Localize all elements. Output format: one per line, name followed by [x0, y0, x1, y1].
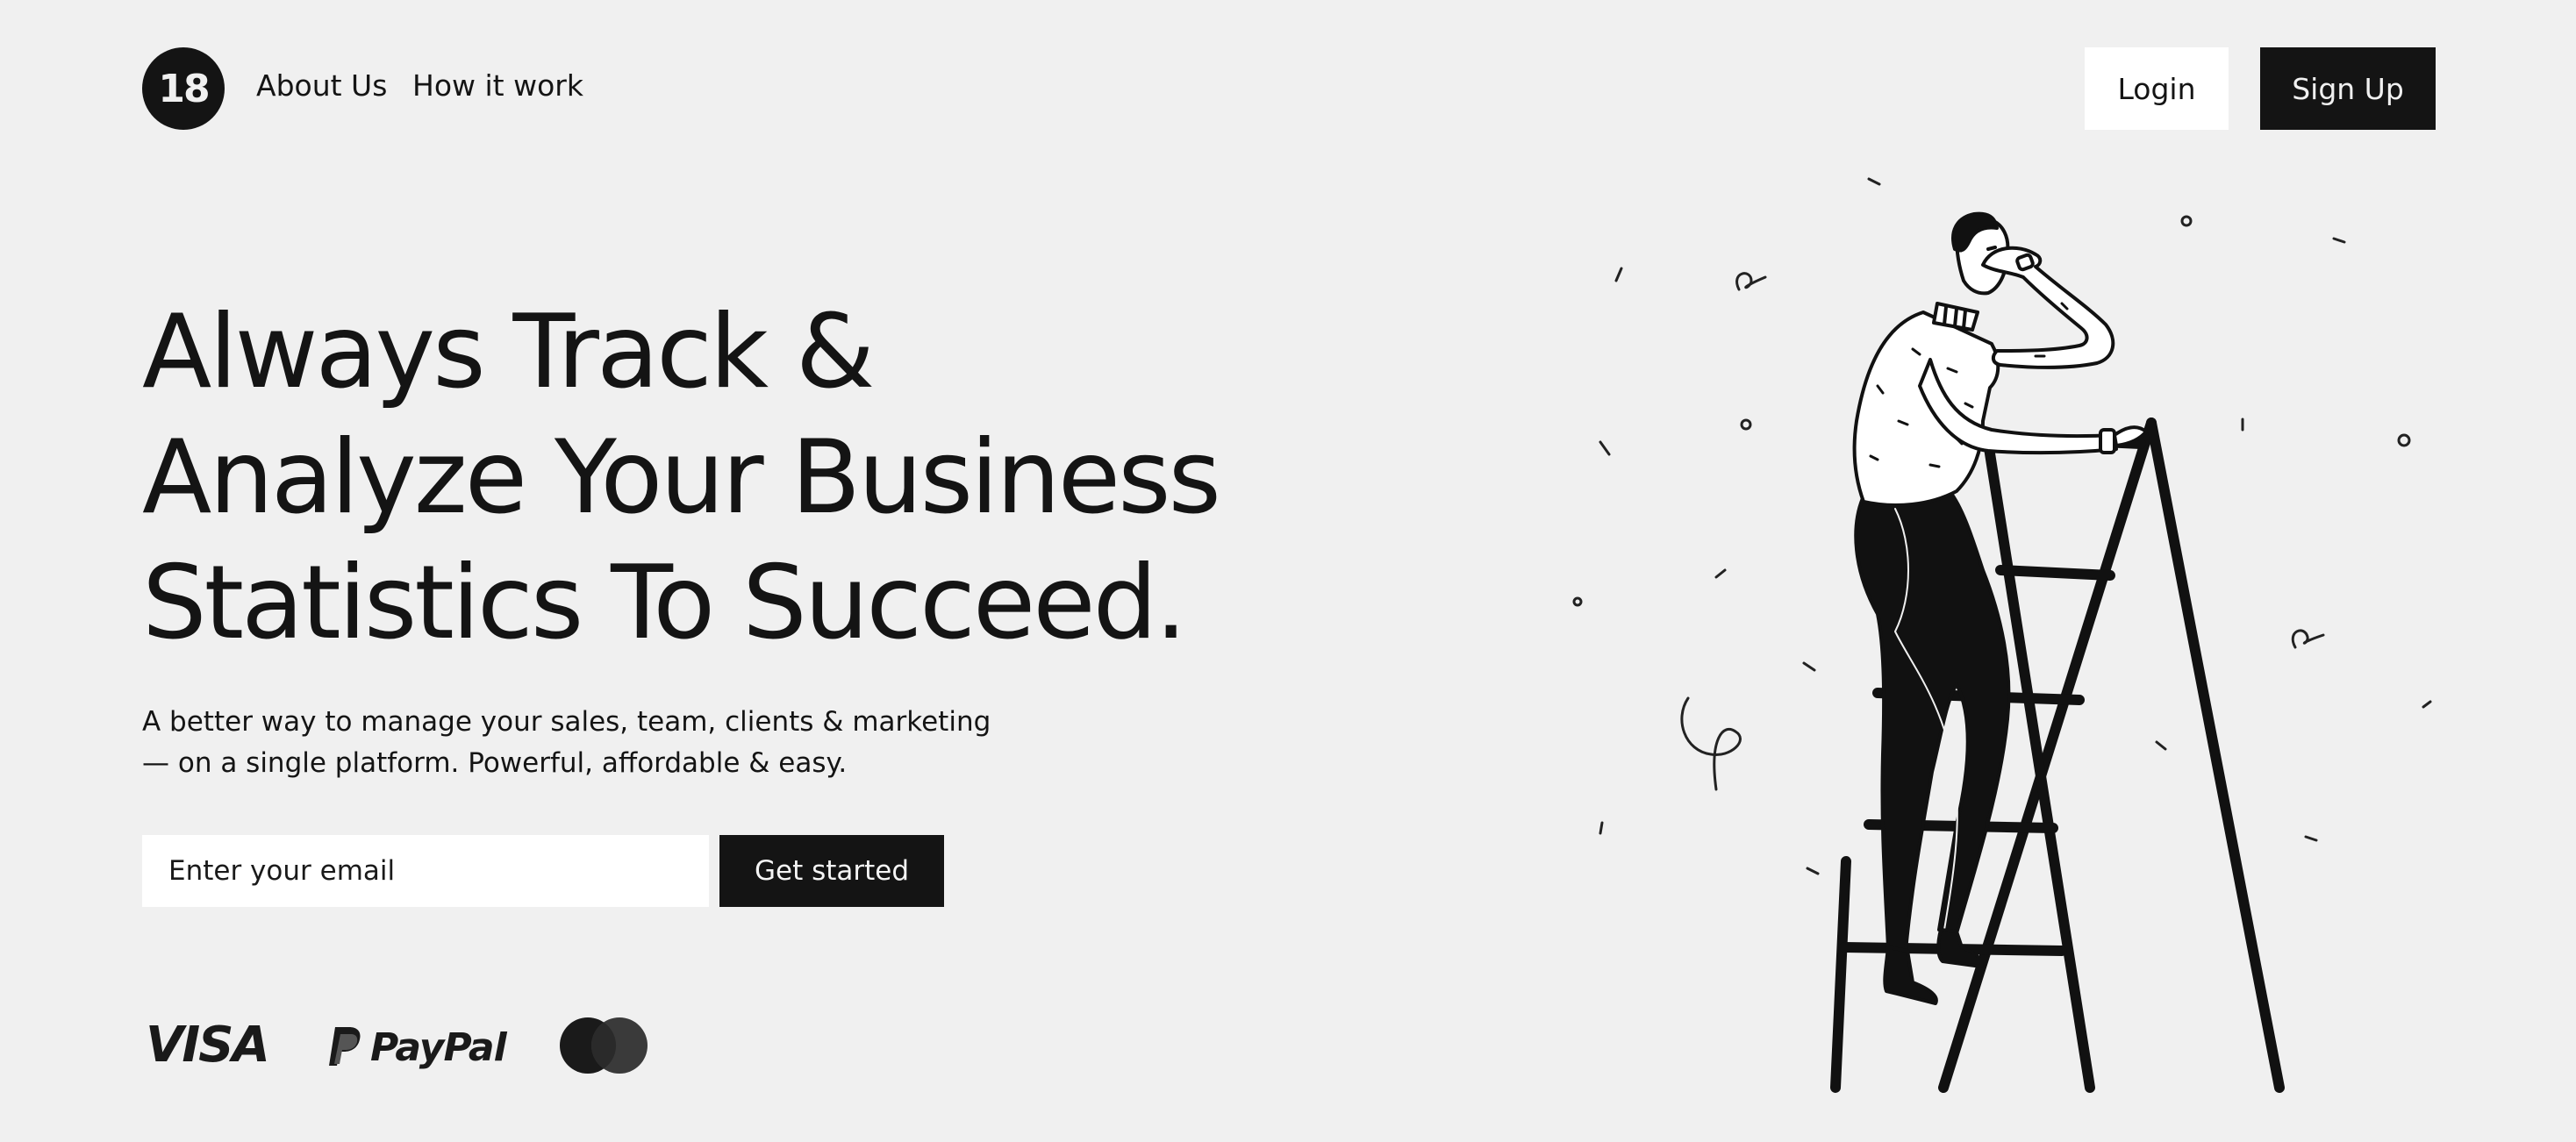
paypal-text: PayPal — [370, 1024, 507, 1070]
hero-title-line-2: Analyze Your Business — [142, 418, 1221, 537]
mastercard-icon — [560, 1017, 648, 1074]
login-button[interactable]: Login — [2085, 47, 2229, 130]
hero-title-line-1: Always Track & — [142, 293, 875, 411]
visa-logo: VISA — [146, 1017, 270, 1074]
paypal-icon — [329, 1027, 361, 1066]
nav-about-us[interactable]: About Us — [256, 67, 387, 105]
paypal-logo: PayPal — [326, 1019, 507, 1075]
man-on-ladder-illustration — [1572, 177, 2432, 1093]
signup-button[interactable]: Sign Up — [2260, 47, 2436, 130]
man-figure — [1852, 211, 2148, 1005]
hero-title-line-3: Statistics To Succeed. — [142, 544, 1187, 662]
nav-how-it-work[interactable]: How it work — [412, 67, 583, 105]
logo[interactable]: 18 — [142, 47, 225, 130]
email-input[interactable] — [142, 835, 709, 907]
logo-text: 18 — [158, 66, 210, 111]
hero-subtitle-line-2: — on a single platform. Powerful, afford… — [142, 747, 848, 779]
hero-subtitle-line-1: A better way to manage your sales, team,… — [142, 706, 991, 738]
landing-page: 18 About Us How it work Login Sign Up Al… — [0, 0, 2576, 1142]
get-started-button[interactable]: Get started — [719, 835, 944, 907]
hero-subtitle: A better way to manage your sales, team,… — [142, 702, 1107, 784]
hero-title: Always Track & Analyze Your Business Sta… — [142, 289, 1283, 666]
